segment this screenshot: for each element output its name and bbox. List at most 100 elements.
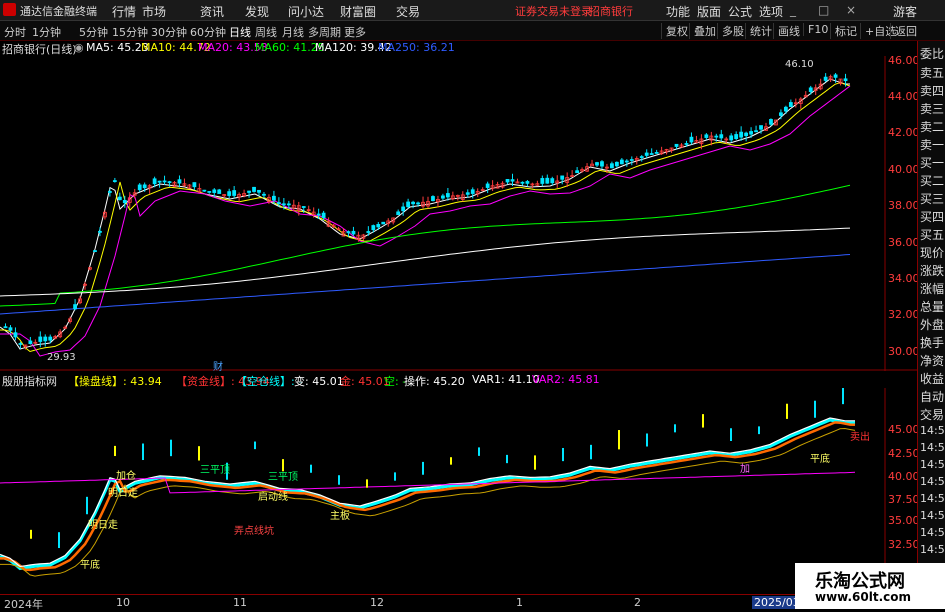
- auto-trade-label[interactable]: 交易: [920, 406, 945, 423]
- signal-label: 弄点线坑: [234, 524, 274, 537]
- menu-item-ask[interactable]: 问小达: [288, 3, 324, 20]
- indicator-axis: 45.00 42.50 40.00 37.50 35.00 32.50: [888, 423, 917, 551]
- menu-item-layout[interactable]: 版面: [697, 3, 721, 20]
- candle-body: [167, 181, 172, 184]
- guest-label[interactable]: 游客: [893, 3, 917, 20]
- indicator-value: VAR1: 41.10: [472, 373, 540, 386]
- candle-body: [93, 250, 97, 253]
- event-marker[interactable]: 财: [213, 360, 223, 371]
- period-tab[interactable]: 分时: [4, 24, 26, 40]
- indicator-chart[interactable]: 45.00 42.50 40.00 37.50 35.00 32.50 三平顶 …: [0, 388, 917, 594]
- panel-label: 涨幅: [920, 282, 945, 296]
- menu-item-quotes[interactable]: 行情: [112, 3, 136, 20]
- signal-bar: [450, 457, 452, 465]
- candle-body: [759, 125, 763, 130]
- menu-item-options[interactable]: 选项: [759, 3, 783, 20]
- period-tab[interactable]: 更多: [344, 24, 366, 40]
- candle-body: [157, 180, 162, 183]
- signal-label: 明日走: [88, 519, 118, 531]
- candle-body: [719, 134, 724, 139]
- y-tick-label: 40.00: [888, 163, 917, 176]
- candle-body: [281, 203, 286, 206]
- signal-bar: [478, 447, 480, 456]
- menu-item-trade[interactable]: 交易: [396, 3, 420, 20]
- candle-body: [734, 134, 739, 139]
- time-label: 10: [116, 596, 130, 609]
- signal-label: 启动线: [258, 490, 288, 503]
- period-tab[interactable]: 月线: [282, 24, 304, 40]
- candle-body: [754, 130, 758, 133]
- candle-body: [217, 189, 222, 194]
- login-status[interactable]: 证券交易未登录: [515, 3, 592, 19]
- ma10-line: [0, 82, 851, 353]
- menu-item-formula[interactable]: 公式: [728, 3, 752, 20]
- panel-label: 买五: [920, 228, 945, 242]
- watermark-url: www.60lt.com: [815, 590, 912, 604]
- price-chart[interactable]: 46.10 29.93 财 46.00 44.00 42.00 40.00 38…: [0, 56, 917, 371]
- candle-body: [252, 186, 256, 192]
- candle-body: [396, 211, 401, 216]
- candle-body: [445, 193, 450, 198]
- period-tab[interactable]: 5分钟: [79, 24, 108, 40]
- multi-stock-button[interactable]: 多股: [717, 23, 744, 39]
- period-tab[interactable]: 15分钟: [112, 24, 148, 40]
- candle-body: [272, 195, 276, 201]
- candle-body: [371, 225, 376, 231]
- candle-body: [73, 304, 77, 310]
- period-tab[interactable]: 30分钟: [151, 24, 187, 40]
- signal-label: 明日走: [108, 487, 138, 499]
- menu-item-discover[interactable]: 发现: [245, 3, 269, 20]
- panel-label: 买三: [920, 192, 945, 206]
- y-tick-label: 32.00: [888, 308, 917, 321]
- settings-icon[interactable]: ◉: [74, 41, 84, 54]
- candle-body: [416, 202, 420, 205]
- draw-line-button[interactable]: 画线: [773, 23, 800, 39]
- panel-label: 买四: [920, 210, 945, 224]
- signal-bar: [170, 439, 172, 457]
- period-tab-active[interactable]: 日线: [229, 24, 251, 40]
- period-tab[interactable]: 周线: [255, 24, 277, 40]
- f10-button[interactable]: F10: [803, 23, 828, 36]
- price-axis: 46.00 44.00 42.00 40.00 38.00 36.00 34.0…: [888, 56, 917, 358]
- candle-body: [316, 213, 321, 216]
- candle-body: [212, 189, 217, 193]
- candle-body: [18, 343, 23, 345]
- menu-item-wealth[interactable]: 财富圈: [340, 3, 376, 20]
- back-button[interactable]: 返回: [890, 23, 917, 39]
- quote-side-panel: 委比 卖五 卖四 卖三 卖二 卖一 买一 买二 买三 买四 买五 现价 涨跌 涨…: [917, 41, 945, 609]
- period-tab[interactable]: 1分钟: [32, 24, 61, 40]
- mark-button[interactable]: 标记: [830, 23, 857, 39]
- candle-body: [540, 178, 545, 184]
- candle-body: [610, 163, 614, 169]
- signal-bar: [310, 464, 312, 473]
- close-icon[interactable]: ×: [846, 3, 856, 17]
- candle-body: [619, 159, 624, 165]
- panel-label: 买一: [920, 156, 945, 170]
- indicator-header: 殷朋指标网 【操盘线】: 43.94 【资金线】: 43.94 【空仓线】: -…: [0, 373, 915, 388]
- menu-item-function[interactable]: 功能: [666, 3, 690, 20]
- candle-body: [346, 231, 351, 234]
- candle-body: [674, 143, 679, 147]
- restore-rights-button[interactable]: 复权: [661, 23, 688, 39]
- signal-bar: [534, 455, 536, 470]
- app-logo-icon: [3, 3, 16, 16]
- candle-body: [639, 156, 644, 158]
- auto-trade-label[interactable]: 自动: [920, 388, 945, 405]
- menu-item-news[interactable]: 资讯: [200, 3, 224, 20]
- period-tab[interactable]: 60分钟: [190, 24, 226, 40]
- candle-body: [843, 78, 848, 82]
- period-tab[interactable]: 多周期: [308, 24, 341, 40]
- overlay-button[interactable]: 叠加: [689, 23, 716, 39]
- candle-body: [465, 192, 470, 195]
- minimize-icon[interactable]: _: [790, 3, 796, 17]
- signal-bar: [254, 441, 256, 450]
- candle-body: [485, 183, 490, 188]
- maximize-icon[interactable]: □: [818, 3, 829, 17]
- menu-item-market[interactable]: 市场: [142, 3, 166, 20]
- indicator-value: 金: 45.01: [340, 375, 390, 388]
- signal-bar: [506, 454, 508, 464]
- signal-bar: [618, 430, 620, 450]
- signal-label: 加仓: [116, 469, 136, 482]
- signal-bar: [842, 388, 844, 405]
- stats-button[interactable]: 统计: [745, 23, 772, 39]
